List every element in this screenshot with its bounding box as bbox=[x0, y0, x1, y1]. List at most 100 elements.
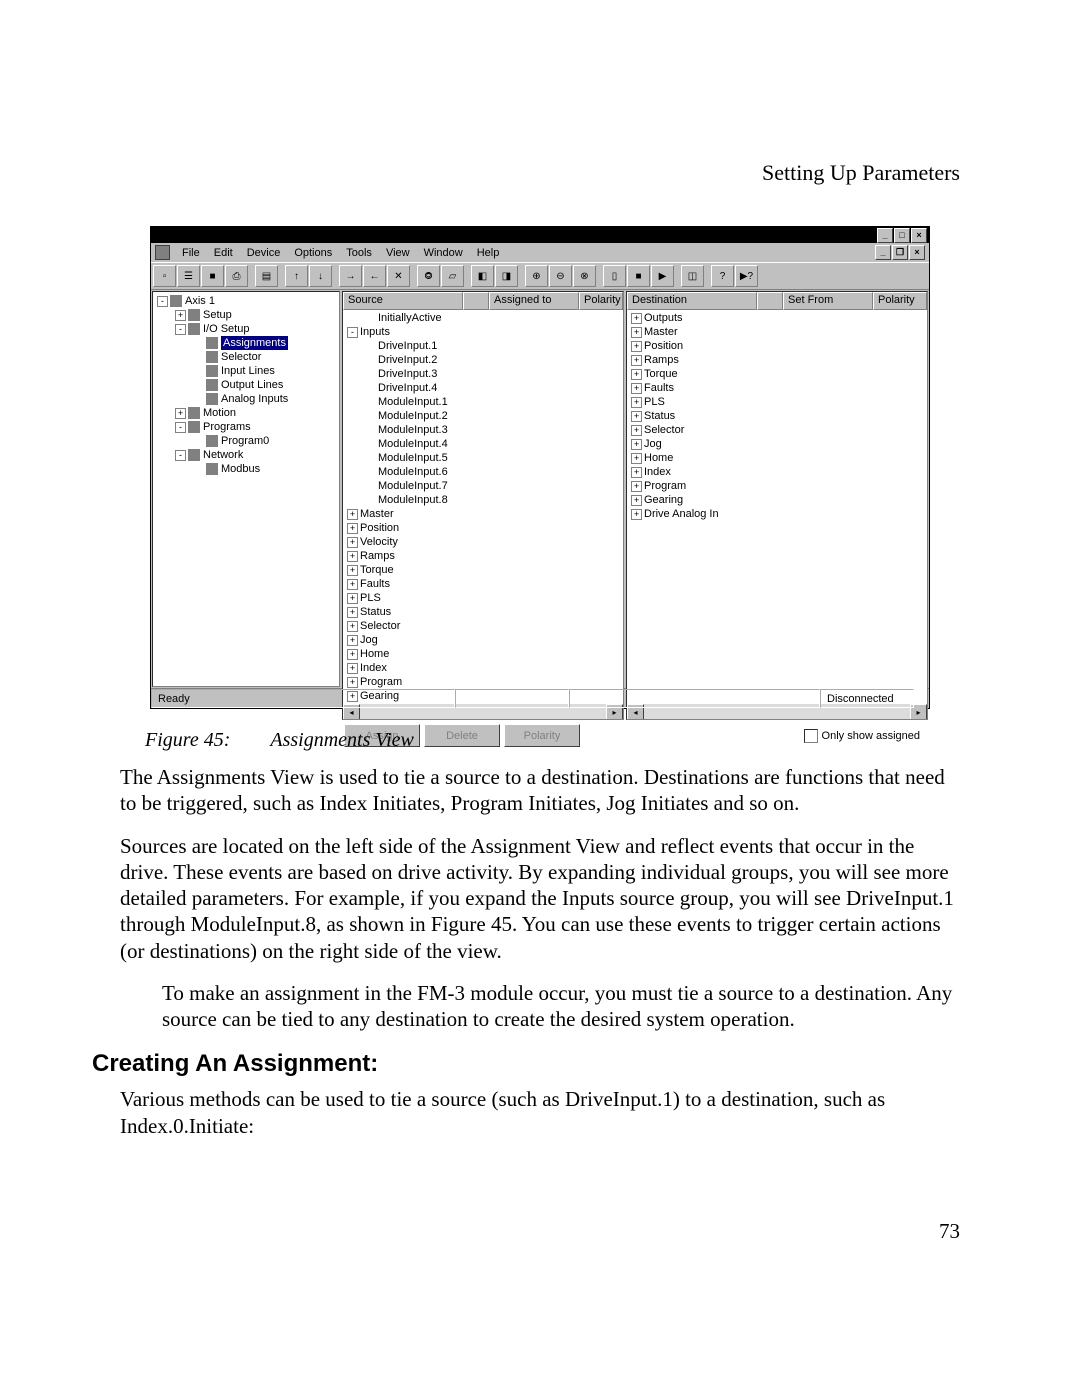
mdi-minimize-button[interactable]: _ bbox=[875, 245, 891, 260]
source-row[interactable]: +Velocity bbox=[343, 535, 623, 549]
tool-icon[interactable]: ▯ bbox=[603, 265, 626, 287]
expand-icon[interactable]: + bbox=[631, 397, 642, 408]
expand-icon[interactable]: + bbox=[631, 509, 642, 520]
col-destination[interactable]: Destination bbox=[627, 292, 757, 310]
menu-help[interactable]: Help bbox=[475, 246, 502, 260]
destination-row[interactable]: +Gearing bbox=[627, 493, 927, 507]
expand-icon[interactable]: + bbox=[347, 635, 358, 646]
expand-icon[interactable]: + bbox=[347, 523, 358, 534]
expand-icon[interactable]: + bbox=[347, 593, 358, 604]
destination-row[interactable]: +Outputs bbox=[627, 311, 927, 325]
expand-icon[interactable]: + bbox=[631, 453, 642, 464]
context-help-icon[interactable]: ▶? bbox=[735, 265, 758, 287]
expand-icon[interactable]: + bbox=[631, 369, 642, 380]
source-row[interactable]: ModuleInput.7 bbox=[343, 479, 623, 493]
print-icon[interactable]: ⎙ bbox=[225, 265, 248, 287]
polarity-button[interactable]: Polarity bbox=[504, 724, 580, 747]
delete-button[interactable]: Delete bbox=[424, 724, 500, 747]
save-icon[interactable]: ■ bbox=[201, 265, 224, 287]
tool-icon[interactable]: ✕ bbox=[387, 265, 410, 287]
tree-item[interactable]: -Programs bbox=[153, 420, 339, 434]
source-row[interactable]: ModuleInput.4 bbox=[343, 437, 623, 451]
tree-item[interactable]: Selector bbox=[153, 350, 339, 364]
menu-view[interactable]: View bbox=[384, 246, 412, 260]
collapse-icon[interactable]: - bbox=[157, 296, 168, 307]
help-icon[interactable]: ? bbox=[711, 265, 734, 287]
destination-row[interactable]: +Index bbox=[627, 465, 927, 479]
menu-options[interactable]: Options bbox=[292, 246, 334, 260]
source-row[interactable]: DriveInput.2 bbox=[343, 353, 623, 367]
destination-row[interactable]: +Jog bbox=[627, 437, 927, 451]
play-icon[interactable]: ▶ bbox=[651, 265, 674, 287]
source-row[interactable]: ModuleInput.5 bbox=[343, 451, 623, 465]
source-row[interactable]: DriveInput.1 bbox=[343, 339, 623, 353]
col-spacer[interactable] bbox=[463, 292, 489, 310]
destination-row[interactable]: +Program bbox=[627, 479, 927, 493]
tool-icon[interactable]: → bbox=[339, 265, 362, 287]
expand-icon[interactable]: + bbox=[347, 677, 358, 688]
tree-item[interactable]: Modbus bbox=[153, 462, 339, 476]
expand-icon[interactable]: + bbox=[347, 537, 358, 548]
upload-icon[interactable]: ↑ bbox=[285, 265, 308, 287]
source-row[interactable]: +Status bbox=[343, 605, 623, 619]
source-row[interactable]: +Selector bbox=[343, 619, 623, 633]
collapse-icon[interactable]: - bbox=[175, 450, 186, 461]
tree-item[interactable]: +Setup bbox=[153, 308, 339, 322]
expand-icon[interactable]: + bbox=[347, 621, 358, 632]
col-source[interactable]: Source bbox=[343, 292, 463, 310]
expand-icon[interactable]: + bbox=[631, 327, 642, 338]
mdi-restore-button[interactable]: ❐ bbox=[892, 245, 908, 260]
expand-icon[interactable]: + bbox=[347, 579, 358, 590]
expand-icon[interactable]: + bbox=[347, 663, 358, 674]
minimize-button[interactable]: _ bbox=[877, 228, 893, 243]
col-polarity[interactable]: Polarity bbox=[579, 292, 623, 310]
source-row[interactable]: ModuleInput.3 bbox=[343, 423, 623, 437]
destination-row[interactable]: +Faults bbox=[627, 381, 927, 395]
expand-icon[interactable]: + bbox=[631, 411, 642, 422]
expand-icon[interactable]: + bbox=[631, 313, 642, 324]
tree-item[interactable]: Analog Inputs bbox=[153, 392, 339, 406]
col-spacer[interactable] bbox=[757, 292, 783, 310]
tree-item[interactable]: Assignments bbox=[153, 336, 339, 350]
tool-icon[interactable]: ▱ bbox=[441, 265, 464, 287]
tree-item[interactable]: -Axis 1 bbox=[153, 294, 339, 308]
destination-row[interactable]: +Status bbox=[627, 409, 927, 423]
source-row[interactable]: InitiallyActive bbox=[343, 311, 623, 325]
tool-icon[interactable]: ⊕ bbox=[525, 265, 548, 287]
expand-icon[interactable]: + bbox=[347, 565, 358, 576]
new-icon[interactable]: ▫ bbox=[153, 265, 176, 287]
expand-icon[interactable]: + bbox=[631, 341, 642, 352]
source-row[interactable]: +Index bbox=[343, 661, 623, 675]
col-setfrom[interactable]: Set From bbox=[783, 292, 873, 310]
source-row[interactable]: +PLS bbox=[343, 591, 623, 605]
tree-item[interactable]: -I/O Setup bbox=[153, 322, 339, 336]
tree-item[interactable]: -Network bbox=[153, 448, 339, 462]
source-row[interactable]: +Ramps bbox=[343, 549, 623, 563]
menu-file[interactable]: File bbox=[180, 246, 202, 260]
open-icon[interactable]: ☰ bbox=[177, 265, 200, 287]
expand-icon[interactable]: + bbox=[631, 425, 642, 436]
tool-icon[interactable]: ← bbox=[363, 265, 386, 287]
source-row[interactable]: +Jog bbox=[343, 633, 623, 647]
col-polarity[interactable]: Polarity bbox=[873, 292, 927, 310]
menu-window[interactable]: Window bbox=[422, 246, 465, 260]
navigation-tree[interactable]: -Axis 1+Setup-I/O SetupAssignmentsSelect… bbox=[152, 291, 340, 687]
menu-edit[interactable]: Edit bbox=[212, 246, 235, 260]
expand-icon[interactable]: + bbox=[347, 607, 358, 618]
maximize-button[interactable]: □ bbox=[894, 228, 910, 243]
source-row[interactable]: ModuleInput.2 bbox=[343, 409, 623, 423]
destination-list[interactable]: Destination Set From Polarity +Outputs+M… bbox=[626, 291, 928, 720]
source-row[interactable]: DriveInput.4 bbox=[343, 381, 623, 395]
collapse-icon[interactable]: - bbox=[175, 422, 186, 433]
tool-icon[interactable]: ▤ bbox=[255, 265, 278, 287]
collapse-icon[interactable]: - bbox=[175, 324, 186, 335]
source-row[interactable]: +Position bbox=[343, 521, 623, 535]
source-list[interactable]: Source Assigned to Polarity InitiallyAct… bbox=[342, 291, 624, 720]
source-row[interactable]: DriveInput.3 bbox=[343, 367, 623, 381]
expand-icon[interactable]: + bbox=[347, 649, 358, 660]
destination-row[interactable]: +Drive Analog In bbox=[627, 507, 927, 521]
expand-icon[interactable]: + bbox=[631, 467, 642, 478]
tool-icon[interactable]: ⊖ bbox=[549, 265, 572, 287]
expand-icon[interactable]: + bbox=[631, 495, 642, 506]
source-row[interactable]: +Torque bbox=[343, 563, 623, 577]
